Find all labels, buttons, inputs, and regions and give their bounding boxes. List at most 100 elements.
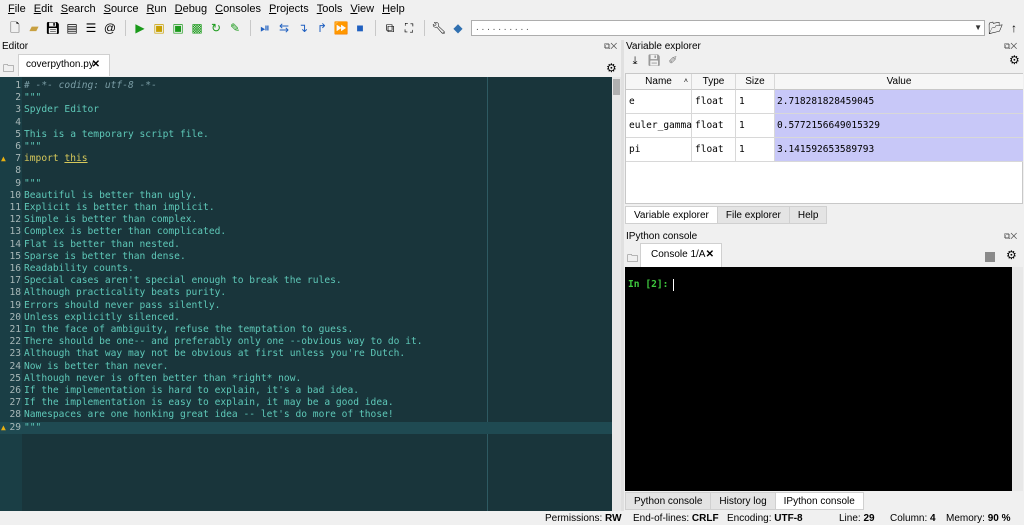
stop-debug-icon[interactable]: ■ — [351, 19, 369, 37]
menu-debug[interactable]: Debug — [171, 3, 211, 15]
tab-ipython-console[interactable]: IPython console — [775, 492, 864, 510]
code-line: 7 ▲ import this — [0, 153, 612, 165]
warning-icon[interactable]: ▲ — [1, 153, 6, 165]
code-editor[interactable]: 1 # -*- coding: utf-8 -*- 2 """ 3 Spyder Edit… — [0, 77, 612, 511]
remove-all-icon[interactable]: ✐ — [664, 52, 682, 70]
variable-name-cell[interactable]: euler_gamma — [626, 114, 692, 138]
chevron-down-icon[interactable]: ▼ — [974, 21, 982, 35]
variable-size-cell[interactable]: 1 — [736, 114, 775, 138]
fullscreen-icon[interactable]: ⛶ — [400, 19, 418, 37]
variable-name-cell[interactable]: pi — [626, 138, 692, 162]
column-header-size[interactable]: Size — [736, 74, 775, 90]
menu-source[interactable]: Source — [100, 3, 143, 15]
column-header-value[interactable]: Value — [775, 74, 1023, 90]
code-line: 18 Although practicality beats purity. — [0, 287, 612, 299]
at-icon[interactable]: @ — [101, 19, 119, 37]
save-icon[interactable]: 💾︎ — [44, 19, 62, 37]
warning-icon[interactable]: ▲ — [1, 422, 6, 434]
scrollbar-thumb[interactable] — [613, 79, 620, 95]
menu-search[interactable]: Search — [57, 3, 100, 15]
close-tab-icon[interactable]: ✕ — [92, 55, 100, 75]
menu-run[interactable]: Run — [142, 3, 170, 15]
step-into-icon[interactable]: ↴ — [294, 19, 312, 37]
console-scrollbar[interactable] — [1012, 267, 1023, 491]
browse-folder-icon[interactable]: 📂︎ — [988, 19, 1004, 37]
variable-size-cell[interactable]: 1 — [736, 138, 775, 162]
code-line: 8 — [0, 165, 612, 177]
line-number: 22 — [9, 336, 21, 348]
debug-icon[interactable]: ⏯ — [256, 19, 274, 37]
variable-type-cell[interactable]: float — [692, 138, 736, 162]
parent-directory-icon[interactable]: ↑ — [1006, 19, 1022, 37]
line-number: 5 — [15, 128, 21, 140]
debug-run-icon[interactable]: ✎ — [226, 19, 244, 37]
continue-icon[interactable]: ⏩ — [332, 19, 350, 37]
variable-type-cell[interactable]: float — [692, 114, 736, 138]
code-line: 24 Now is better than never. — [0, 361, 612, 373]
code-line: 25 Although never is often better than *r… — [0, 373, 612, 385]
run-cell-icon[interactable]: ▣ — [150, 19, 168, 37]
line-number: 23 — [9, 348, 21, 360]
line-number: 27 — [9, 397, 21, 409]
python-path-icon[interactable]: ◆ — [449, 19, 467, 37]
tab-history-log[interactable]: History log — [711, 492, 776, 510]
line-number: 26 — [9, 385, 21, 396]
line-number: 24 — [9, 360, 21, 372]
code-text: If the implementation is hard to explain… — [24, 385, 360, 396]
rerun-icon[interactable]: ↻ — [207, 19, 225, 37]
list-icon[interactable]: ☰ — [82, 19, 100, 37]
run-selection-icon[interactable]: ▩ — [188, 19, 206, 37]
status-memory: Memory: 90 % — [946, 513, 1011, 524]
menu-edit[interactable]: Edit — [30, 3, 57, 15]
pane-splitter[interactable] — [621, 40, 624, 512]
step-icon[interactable]: ⇆ — [275, 19, 293, 37]
tab-python-console[interactable]: Python console — [625, 492, 712, 510]
menu-view[interactable]: View — [346, 3, 378, 15]
save-all-icon[interactable]: ▤ — [63, 19, 81, 37]
menu-tools[interactable]: Tools — [313, 3, 347, 15]
line-number: 10 — [9, 189, 21, 201]
variable-name-cell[interactable]: e — [626, 90, 692, 114]
undock-icon[interactable]: ⧉✕ — [604, 41, 617, 52]
code-line: 28 Namespaces are one honking great idea … — [0, 409, 612, 421]
code-line: 5 This is a temporary script file. — [0, 129, 612, 141]
preferences-icon[interactable]: 🔧︎ — [430, 19, 448, 37]
variable-value-cell[interactable]: 3.141592653589793 — [775, 138, 1023, 162]
stop-kernel-icon[interactable] — [985, 252, 995, 262]
gear-icon[interactable]: ⚙ — [1009, 53, 1020, 67]
gear-icon[interactable]: ⚙ — [1006, 248, 1017, 262]
run-icon[interactable]: ▶ — [131, 19, 149, 37]
run-cell-advance-icon[interactable]: ▣ — [169, 19, 187, 37]
variable-size-cell[interactable]: 1 — [736, 90, 775, 114]
menu-projects[interactable]: Projects — [265, 3, 313, 15]
new-file-icon[interactable]: 🗋 — [6, 19, 24, 37]
column-header-name[interactable]: Name ˄ — [626, 74, 692, 90]
editor-tab-coverpython[interactable]: coverpython.py ✕ — [18, 54, 110, 76]
code-text: """ — [24, 141, 42, 152]
gear-icon[interactable]: ⚙ — [606, 61, 617, 75]
line-number: 12 — [9, 214, 21, 226]
menu-help[interactable]: Help — [378, 3, 409, 15]
step-return-icon[interactable]: ↱ — [313, 19, 331, 37]
import-data-icon[interactable]: ⤓ — [626, 52, 644, 70]
save-data-icon[interactable]: 💾︎ — [645, 52, 663, 70]
tab-help[interactable]: Help — [789, 206, 828, 224]
working-directory-input[interactable]: . . . . . . . . . . ▼ — [471, 20, 985, 36]
code-line: 13 Complex is better than complicated. — [0, 226, 612, 238]
maximize-pane-icon[interactable]: ⧉ — [381, 19, 399, 37]
variable-value-cell[interactable]: 2.718281828459045 — [775, 90, 1023, 114]
variable-value-cell[interactable]: 0.5772156649015329 — [775, 114, 1023, 138]
ipython-console[interactable]: In [2]: — [625, 267, 1012, 491]
menu-file[interactable]: File — [4, 3, 30, 15]
menu-consoles[interactable]: Consoles — [211, 3, 265, 15]
console-tab-1a[interactable]: Console 1/A ✕ — [640, 243, 722, 267]
code-text: Complex is better than complicated. — [24, 226, 227, 238]
undock-icon[interactable]: ⧉✕ — [1004, 41, 1017, 52]
close-tab-icon[interactable]: ✕ — [706, 244, 714, 266]
editor-scrollbar[interactable] — [612, 77, 621, 511]
column-header-type[interactable]: Type — [692, 74, 736, 90]
tab-variable-explorer[interactable]: Variable explorer — [625, 206, 718, 224]
variable-type-cell[interactable]: float — [692, 90, 736, 114]
tab-file-explorer[interactable]: File explorer — [717, 206, 790, 224]
open-file-icon[interactable]: ▰ — [25, 19, 43, 37]
